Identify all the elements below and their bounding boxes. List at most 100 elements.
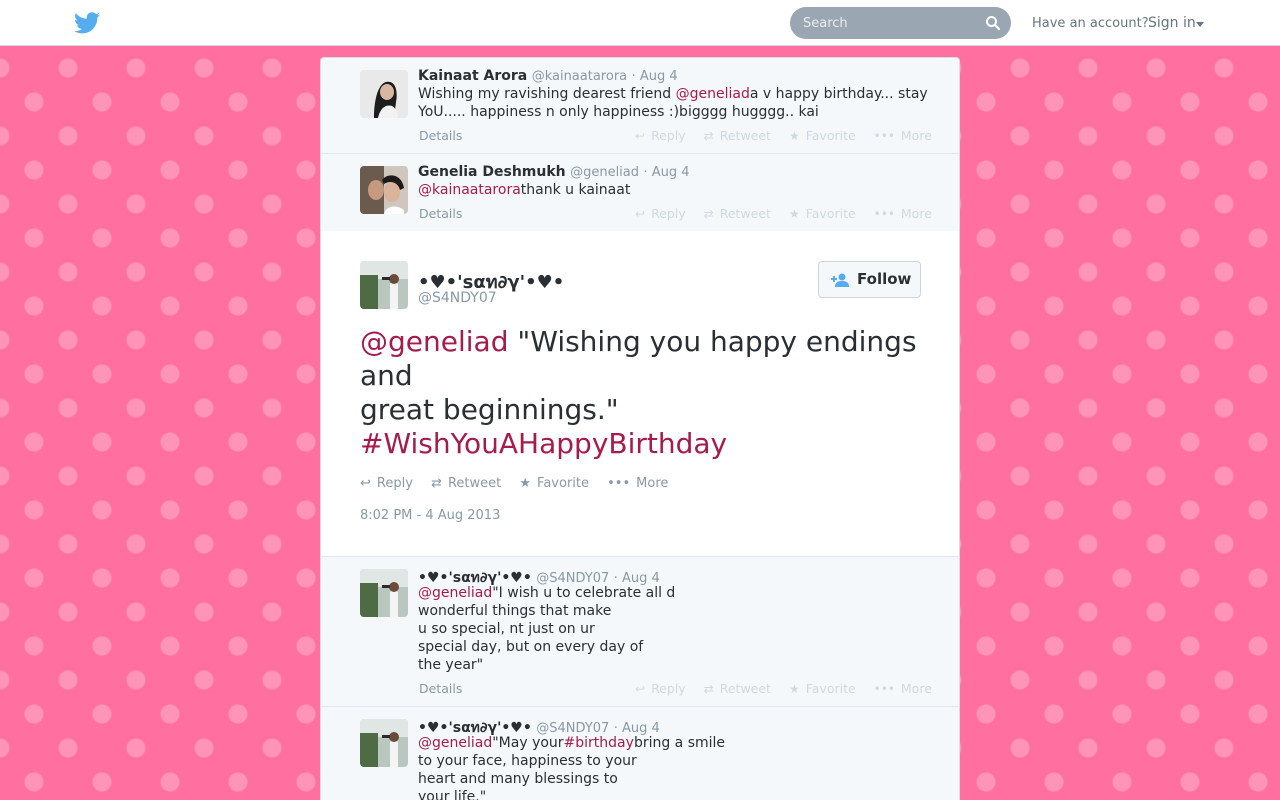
tweet-panel: Kainaat Arora @kainaatarora · Aug 4 Wish… (320, 57, 960, 800)
tweet-text: @geneliad"May your#birthdaybring a smile… (418, 734, 748, 800)
retweet-icon: ⇄ (431, 476, 442, 491)
retweet-label: Retweet (719, 206, 771, 221)
reply-label: Reply (376, 476, 413, 491)
mention-link[interactable]: @geneliad (418, 585, 492, 601)
retweet-button[interactable]: ⇄ Retweet (431, 476, 501, 491)
tweet-timestamp[interactable]: 8:02 PM - 4 Aug 2013 (360, 508, 500, 523)
more-button[interactable]: ••• More (874, 128, 932, 143)
retweet-label: Retweet (719, 128, 771, 143)
search-icon[interactable] (985, 15, 1001, 31)
avatar[interactable] (360, 569, 408, 617)
star-icon: ★ (519, 476, 532, 491)
tweet-text: @geneliad"I wish u to celebrate all d wo… (418, 584, 718, 674)
tweet-actions: ↩ Reply ⇄ Retweet ★ Favorite ••• More (635, 206, 946, 221)
ellipsis-icon: ••• (873, 207, 895, 221)
more-label: More (900, 206, 932, 221)
tweet-item[interactable]: •♥•'sαท∂γ'•♥• @S4NDY07 · Aug 4 @geneliad… (321, 707, 959, 800)
reply-button[interactable]: ↩ Reply (360, 476, 413, 491)
favorite-label: Favorite (805, 206, 856, 221)
chevron-down-icon[interactable] (1196, 22, 1204, 27)
tweet-item[interactable]: Kainaat Arora @kainaatarora · Aug 4 Wish… (321, 58, 959, 154)
more-button[interactable]: ••• More (607, 476, 668, 491)
reply-icon: ↩ (635, 207, 646, 221)
hashtag-link[interactable]: #birthday (564, 735, 634, 751)
reply-button[interactable]: ↩ Reply (635, 206, 686, 221)
retweet-icon: ⇄ (703, 129, 714, 143)
add-user-icon (831, 273, 849, 287)
more-label: More (900, 681, 932, 696)
tweet-handle[interactable]: @kainaatarora (532, 69, 627, 84)
reply-label: Reply (651, 681, 686, 696)
star-icon: ★ (788, 682, 800, 696)
tweet-date[interactable]: · Aug 4 (632, 69, 678, 84)
search-input[interactable] (790, 7, 980, 39)
reply-icon: ↩ (635, 682, 646, 696)
ellipsis-icon: ••• (873, 129, 895, 143)
tweet-actions: ↩ Reply ⇄ Retweet ★ Favorite ••• More (635, 128, 946, 143)
search-box (790, 7, 1011, 39)
focus-tweet-text: @geneliad "Wishing you happy endings and… (360, 325, 920, 461)
retweet-button[interactable]: ⇄ Retweet (704, 128, 771, 143)
reply-button[interactable]: ↩ Reply (635, 128, 686, 143)
retweet-icon: ⇄ (703, 207, 714, 221)
retweet-label: Retweet (447, 476, 502, 491)
retweet-label: Retweet (719, 681, 771, 696)
more-button[interactable]: ••• More (874, 206, 932, 221)
details-link[interactable]: Details (419, 128, 462, 143)
have-account-text: Have an account? (1032, 16, 1149, 31)
favorite-label: Favorite (537, 476, 589, 491)
more-label: More (636, 476, 669, 491)
tweet-text: @kainaatarorathank u kainaat (418, 181, 938, 199)
more-label: More (900, 128, 932, 143)
ellipsis-icon: ••• (607, 476, 631, 491)
star-icon: ★ (788, 129, 800, 143)
reply-label: Reply (651, 206, 686, 221)
avatar[interactable] (360, 719, 408, 767)
tweet-text-after: thank u kainaat (520, 182, 631, 198)
follow-button[interactable]: Follow (818, 261, 921, 298)
focus-handle[interactable]: @S4NDY07 (418, 290, 497, 306)
avatar[interactable] (360, 70, 408, 118)
tweet-fullname[interactable]: Kainaat Arora (418, 68, 527, 84)
tweet-text: Wishing my ravishing dearest friend @gen… (418, 85, 938, 121)
retweet-button[interactable]: ⇄ Retweet (704, 681, 771, 696)
tweet-item[interactable]: •♥•'sαท∂γ'•♥• @S4NDY07 · Aug 4 @geneliad… (321, 557, 959, 707)
sign-in-link[interactable]: Sign in (1148, 15, 1196, 31)
ellipsis-icon: ••• (873, 682, 895, 696)
tweet-date[interactable]: · Aug 4 (643, 165, 689, 180)
mention-link[interactable]: @geneliad (418, 735, 492, 751)
mention-link[interactable]: @geneliad (360, 325, 508, 358)
hashtag-link[interactable]: #WishYouAHappyBirthday (360, 427, 727, 460)
star-icon: ★ (788, 207, 800, 221)
twitter-bird-icon[interactable] (74, 12, 100, 34)
top-bar: Have an account? Sign in (0, 0, 1280, 46)
favorite-label: Favorite (805, 681, 856, 696)
favorite-button[interactable]: ★ Favorite (789, 681, 856, 696)
favorite-label: Favorite (805, 128, 856, 143)
avatar[interactable] (360, 166, 408, 214)
favorite-button[interactable]: ★ Favorite (519, 476, 589, 491)
reply-label: Reply (651, 128, 686, 143)
follow-label: Follow (857, 270, 912, 288)
tweet-fullname[interactable]: Genelia Deshmukh (418, 164, 566, 180)
avatar[interactable] (360, 261, 408, 309)
reply-icon: ↩ (360, 476, 371, 491)
tweet-text-mid: "May your (492, 735, 564, 751)
details-link[interactable]: Details (419, 681, 462, 696)
tweet-actions: ↩ Reply ⇄ Retweet ★ Favorite ••• More (635, 681, 946, 696)
favorite-button[interactable]: ★ Favorite (789, 206, 856, 221)
mention-link[interactable]: @geneliad (676, 86, 750, 102)
reply-button[interactable]: ↩ Reply (635, 681, 686, 696)
tweet-item[interactable]: Genelia Deshmukh @geneliad · Aug 4 @kain… (321, 154, 959, 232)
reply-icon: ↩ (635, 129, 646, 143)
more-button[interactable]: ••• More (874, 681, 932, 696)
tweet-text-before: Wishing my ravishing dearest friend (418, 86, 676, 102)
retweet-button[interactable]: ⇄ Retweet (704, 206, 771, 221)
mention-link[interactable]: @kainaatarora (418, 182, 521, 198)
focus-actions: ↩ Reply ⇄ Retweet ★ Favorite ••• More (360, 476, 682, 491)
retweet-icon: ⇄ (703, 682, 714, 696)
favorite-button[interactable]: ★ Favorite (789, 128, 856, 143)
tweet-handle[interactable]: @geneliad (570, 165, 639, 180)
tweet-header: Kainaat Arora @kainaatarora · Aug 4 (418, 68, 678, 84)
details-link[interactable]: Details (419, 206, 462, 221)
